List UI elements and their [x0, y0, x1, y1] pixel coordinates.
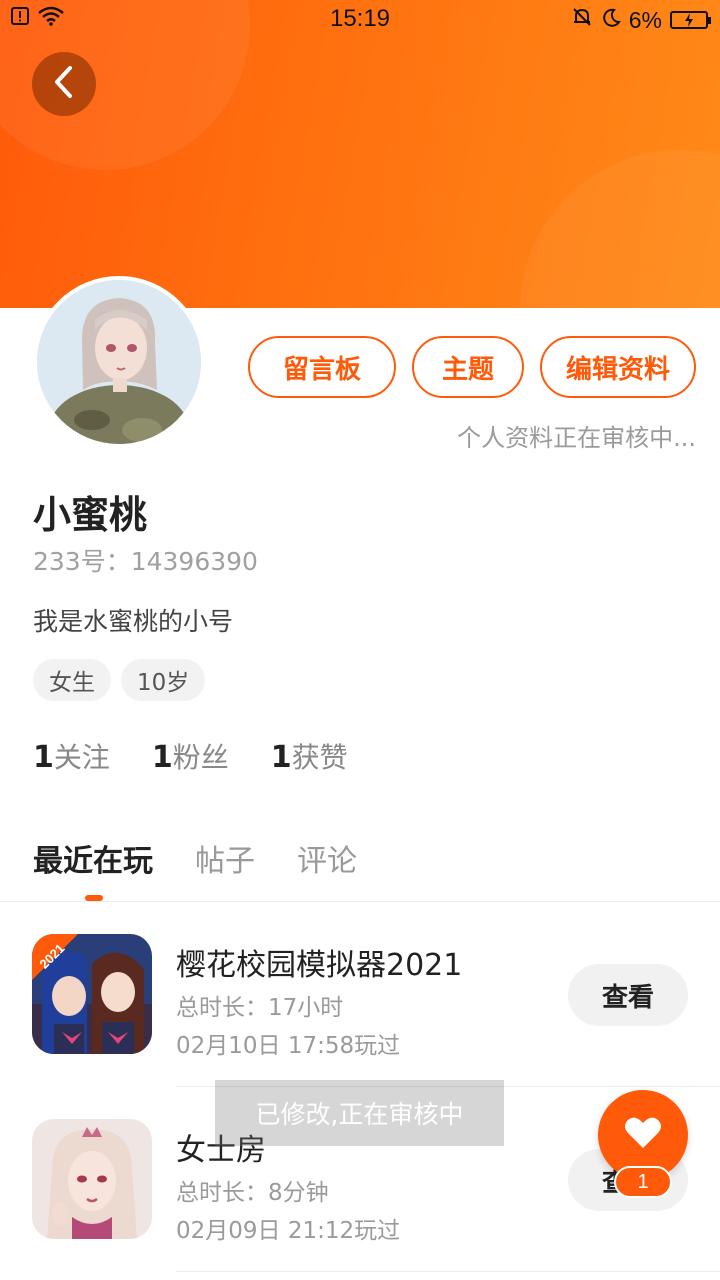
topics-button[interactable]: 主题	[412, 336, 524, 398]
user-bio: 我是水蜜桃的小号	[33, 607, 234, 636]
chevron-left-icon	[52, 65, 76, 103]
avatar[interactable]	[33, 276, 205, 448]
game-icon	[32, 1119, 152, 1239]
following-stat[interactable]: 1关注	[33, 736, 110, 776]
battery-percent: 6%	[628, 6, 662, 33]
header-decoration	[520, 150, 720, 308]
heart-icon	[624, 1116, 662, 1154]
battery-charging-icon	[670, 11, 711, 29]
game-title: 樱花校园模拟器2021	[176, 948, 463, 983]
likes-count: 1	[270, 740, 292, 775]
game-icon: 2021	[32, 934, 152, 1054]
tab-recently-played[interactable]: 最近在玩	[33, 836, 153, 880]
profile-review-note: 个人资料正在审核中...	[457, 424, 696, 452]
fans-stat[interactable]: 1粉丝	[152, 736, 229, 776]
toast-message: 已修改,正在审核中	[215, 1080, 504, 1146]
profile-stats: 1关注 1粉丝 1获赞	[33, 736, 348, 776]
fans-label: 粉丝	[172, 741, 229, 774]
username: 小蜜桃	[33, 493, 148, 537]
profile-header-background	[0, 0, 720, 308]
gender-tag: 女生	[33, 659, 111, 701]
list-divider	[176, 1271, 720, 1272]
list-item[interactable]: 2021 樱花校园模拟器2021 总时长：17小时 02月10日 17:58玩过…	[0, 902, 720, 1088]
profile-tags: 女生 10岁	[33, 659, 206, 701]
tab-comments[interactable]: 评论	[297, 836, 357, 880]
tab-posts[interactable]: 帖子	[195, 836, 255, 880]
view-game-button[interactable]: 查看	[568, 964, 688, 1026]
mute-bell-icon	[571, 6, 593, 34]
profile-tabs: 最近在玩 帖子 评论	[33, 836, 357, 880]
message-board-button[interactable]: 留言板	[248, 336, 396, 398]
status-bar: 15:19 6%	[0, 0, 720, 40]
like-count-badge: 1	[614, 1166, 672, 1198]
game-last-played: 02月09日 21:12玩过	[176, 1218, 401, 1244]
age-tag: 10岁	[121, 659, 206, 701]
user-id: 233号：14396390	[33, 547, 258, 576]
back-button[interactable]	[32, 52, 96, 116]
edit-profile-button[interactable]: 编辑资料	[540, 336, 696, 398]
do-not-disturb-moon-icon	[601, 7, 621, 34]
game-last-played: 02月10日 17:58玩过	[176, 1033, 401, 1059]
likes-label: 获赞	[291, 741, 348, 774]
game-duration: 总时长：17小时	[176, 995, 344, 1021]
likes-stat[interactable]: 1获赞	[271, 736, 348, 776]
fans-count: 1	[151, 740, 173, 775]
following-count: 1	[33, 740, 54, 775]
game-duration: 总时长：8分钟	[176, 1180, 329, 1206]
following-label: 关注	[53, 741, 110, 774]
